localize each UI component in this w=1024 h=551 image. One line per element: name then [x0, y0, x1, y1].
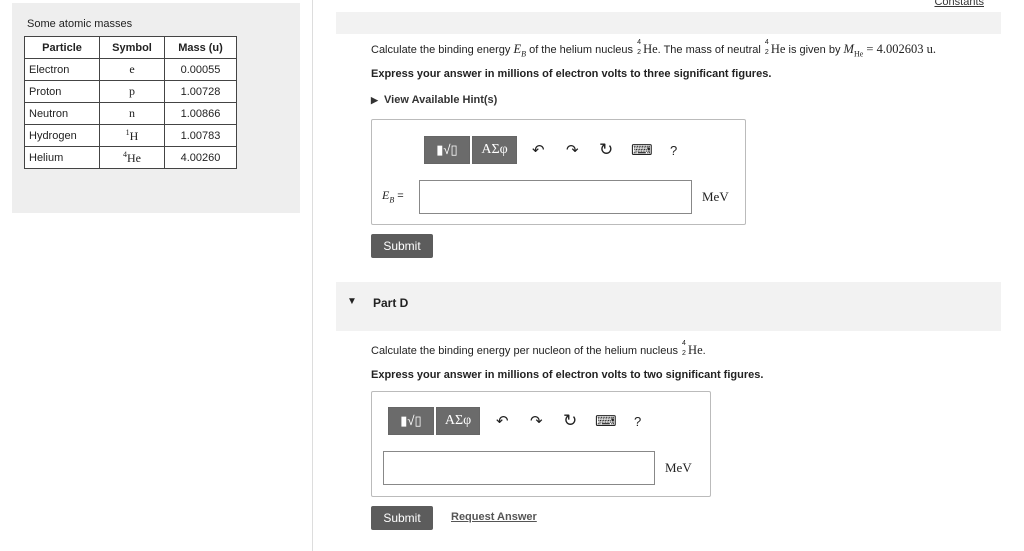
question-text: . The mass of neutral [657, 44, 764, 56]
column-header-symbol: Symbol [99, 36, 165, 59]
particle-cell: Helium [24, 146, 100, 169]
reset-icon[interactable]: ↻ [599, 141, 613, 158]
template-button[interactable]: ▮√▯ [424, 136, 470, 164]
part-c-header-band [336, 12, 1001, 34]
symbol-cell: e [99, 58, 165, 81]
particle-cell: Electron [24, 58, 100, 81]
nucleus-symbol: He [643, 42, 658, 56]
panel-divider [312, 0, 313, 551]
part-c-instruction: Express your answer in millions of elect… [371, 68, 772, 80]
particle-cell: Hydrogen [24, 124, 100, 147]
question-text: Calculate the binding energy per nucleon… [371, 345, 682, 357]
question-text: . [702, 345, 706, 357]
var-subscript: He [853, 49, 864, 59]
part-d-header-band [336, 282, 1001, 331]
mass-cell: 1.00783 [164, 124, 237, 147]
hint-label: View Available Hint(s) [384, 94, 498, 106]
symbol-cell: n [99, 102, 165, 125]
templates-icon: ▮√▯ [436, 142, 458, 157]
mass-number: 4 [637, 39, 641, 46]
equals-sign: = [394, 190, 404, 202]
symbols-button[interactable]: ΑΣφ [436, 407, 480, 435]
symbol-cell: p [99, 80, 165, 103]
greek-symbols-icon: ΑΣφ [481, 142, 508, 157]
symbols-button[interactable]: ΑΣφ [472, 136, 517, 164]
caret-right-icon: ▶ [371, 95, 378, 105]
nucleus-notation: 42 [681, 340, 688, 357]
template-button[interactable]: ▮√▯ [388, 407, 434, 435]
help-icon[interactable]: ? [670, 143, 677, 159]
mass-cell: 1.00866 [164, 102, 237, 125]
mass-var: MHe [843, 42, 864, 59]
nucleus-symbol: He [770, 42, 786, 56]
help-icon[interactable]: ? [634, 414, 641, 430]
caret-down-icon[interactable]: ▼ [347, 296, 357, 307]
answer-label: EB = [382, 188, 404, 204]
submit-button[interactable]: Submit [371, 506, 433, 530]
undo-icon[interactable]: ↶ [496, 414, 509, 430]
mass-cell: 1.00728 [164, 80, 237, 103]
submit-button[interactable]: Submit [371, 234, 433, 258]
var-letter: E [513, 42, 522, 56]
symbol-text: He [127, 150, 141, 165]
binding-energy-per-nucleon-input[interactable] [383, 451, 655, 485]
mass-cell: 4.00260 [164, 146, 237, 169]
constants-link[interactable]: Constants [934, 0, 984, 8]
redo-icon[interactable]: ↷ [566, 143, 579, 159]
part-d-title[interactable]: Part D [373, 296, 408, 310]
mass-number: 4 [682, 340, 686, 347]
view-hints-link[interactable]: ▶ View Available Hint(s) [371, 94, 497, 106]
table-row: Proton p 1.00728 [24, 80, 237, 103]
unit-label: MeV [665, 460, 692, 475]
request-answer-link[interactable]: Request Answer [451, 511, 537, 523]
part-d-instruction: Express your answer in millions of elect… [371, 369, 764, 381]
particle-cell: Proton [24, 80, 100, 103]
question-text: of the helium nucleus [526, 44, 637, 56]
nucleus-symbol: He [688, 343, 703, 357]
part-c-question: Calculate the binding energy EB of the h… [371, 39, 936, 59]
templates-icon: ▮√▯ [400, 413, 422, 428]
atomic-masses-title: Some atomic masses [27, 18, 133, 30]
keyboard-icon[interactable]: ⌨ [631, 143, 653, 159]
atomic-number: 2 [637, 49, 641, 56]
question-text: Calculate the binding energy [371, 44, 514, 56]
table-row: Neutron n 1.00866 [24, 102, 237, 125]
redo-icon[interactable]: ↷ [530, 414, 543, 430]
table-row: Helium 4He 4.00260 [24, 146, 237, 169]
binding-energy-var: EB [513, 42, 526, 59]
column-header-particle: Particle [24, 36, 100, 59]
table-row: Hydrogen 1H 1.00783 [24, 124, 237, 147]
var-letter: M [843, 42, 854, 56]
atomic-masses-table: Particle Symbol Mass (u) Electron e 0.00… [24, 36, 237, 169]
nucleus-notation: 42 [764, 39, 771, 56]
column-header-mass: Mass (u) [164, 36, 237, 59]
mass-value: = 4.002603 u. [863, 42, 936, 56]
part-d-question: Calculate the binding energy per nucleon… [371, 340, 706, 358]
reset-icon[interactable]: ↻ [563, 412, 577, 429]
mass-cell: 0.00055 [164, 58, 237, 81]
question-text: is given by [785, 44, 844, 56]
symbol-text: H [129, 128, 139, 143]
keyboard-icon[interactable]: ⌨ [595, 414, 617, 430]
unit-label: MeV [702, 189, 729, 204]
atomic-number: 2 [682, 350, 686, 357]
mass-number: 4 [764, 39, 769, 46]
nucleus-notation: 42 [636, 39, 643, 56]
table-row: Electron e 0.00055 [24, 58, 237, 81]
atomic-number: 2 [764, 49, 769, 56]
undo-icon[interactable]: ↶ [532, 143, 545, 159]
particle-cell: Neutron [24, 102, 100, 125]
greek-symbols-icon: ΑΣφ [444, 413, 472, 428]
symbol-cell: 4He [99, 146, 165, 169]
binding-energy-input[interactable] [419, 180, 692, 214]
symbol-cell: 1H [99, 124, 165, 147]
